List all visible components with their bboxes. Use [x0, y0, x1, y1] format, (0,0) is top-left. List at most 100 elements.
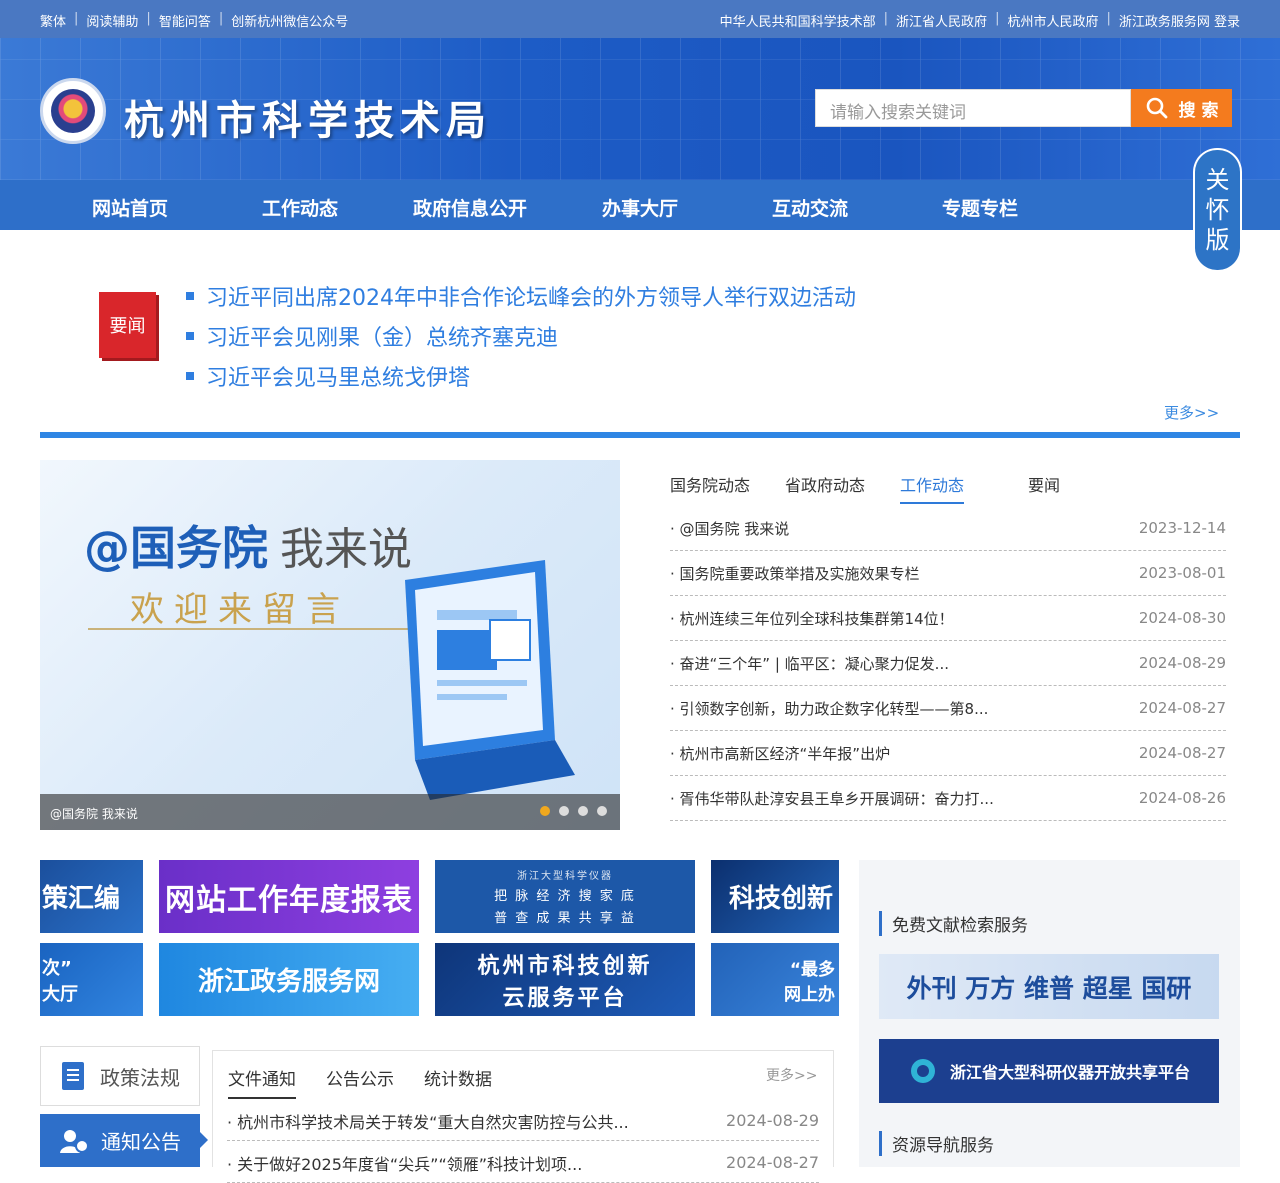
divider: | — [74, 11, 79, 26]
news-date: 2023-12-14 — [1138, 519, 1226, 537]
banner-caption: @国务院 我来说 — [40, 794, 620, 830]
literature-databases-banner[interactable]: 外刊 万方 维普 超星 国研 — [879, 954, 1219, 1019]
tab-file-notice[interactable]: 文件通知 — [228, 1065, 296, 1099]
care-mode-char: 怀 — [1205, 196, 1230, 224]
news-row[interactable]: · 杭州市高新区经济“半年报”出炉 2024-08-27 — [670, 731, 1226, 776]
instrument-platform-logo-icon — [910, 1059, 935, 1083]
headline-item[interactable]: 习近平会见刚果（金）总统齐塞克迪 — [186, 320, 558, 352]
news-date: 2024-08-27 — [1138, 744, 1226, 762]
news-title: · 杭州市高新区经济“半年报”出炉 — [670, 744, 891, 763]
policy-regulations-label: 政策法规 — [100, 1065, 180, 1090]
search-button[interactable]: 搜 索 — [1131, 89, 1232, 127]
news-tabs: 国务院动态 省政府动态 工作动态 要闻 — [670, 472, 1226, 504]
search-input[interactable]: 请输入搜索关键词 — [815, 89, 1131, 127]
nav-special-topics[interactable]: 专题专栏 — [942, 194, 1018, 221]
notice-more-link[interactable]: 更多>> — [766, 1065, 817, 1085]
tab-statistics[interactable]: 统计数据 — [424, 1065, 492, 1090]
zj-gov-link[interactable]: 浙江省人民政府 — [896, 11, 987, 30]
policy-regulations-button[interactable]: 政策法规 — [40, 1046, 200, 1106]
zj-service-net-tile[interactable]: 浙江政务服务网 — [159, 943, 419, 1016]
nav-gov-info[interactable]: 政府信息公开 — [413, 194, 527, 221]
news-row[interactable]: · 杭州连续三年位列全球科技集群第14位！ 2024-08-30 — [670, 596, 1226, 641]
utility-links-left: 繁体 | 阅读辅助 | 智能问答 | 创新杭州微信公众号 — [40, 11, 348, 30]
nav-work-news[interactable]: 工作动态 — [262, 194, 338, 221]
tab-state-council[interactable]: 国务院动态 — [670, 472, 750, 496]
care-mode-char: 版 — [1205, 226, 1230, 254]
news-title: · 奋进“三个年” | 临平区：凝心聚力促发... — [670, 654, 949, 673]
resource-nav-title: 资源导航服务 — [879, 1131, 994, 1156]
divider: | — [1106, 11, 1111, 26]
banner-welcome: 欢迎来留言 — [130, 590, 350, 630]
divider: | — [995, 11, 1000, 26]
service-hall-tile[interactable]: 次” 大厅 — [40, 943, 143, 1016]
divider: | — [218, 11, 224, 26]
news-row[interactable]: · 国务院重要政策举措及实施效果专栏 2023-08-01 — [670, 551, 1226, 596]
news-date: 2024-08-27 — [1138, 699, 1226, 717]
news-row[interactable]: · 奋进“三个年” | 临平区：凝心聚力促发... 2024-08-29 — [670, 641, 1226, 686]
tab-provincial[interactable]: 省政府动态 — [785, 472, 865, 496]
user-notice-icon — [60, 1129, 89, 1153]
tech-innovation-tile[interactable]: 科技创新 — [711, 860, 839, 933]
headline-item[interactable]: 习近平同出席2024年中非合作论坛峰会的外方领导人举行双边活动 — [186, 280, 856, 312]
tab-work-news[interactable]: 工作动态 — [900, 472, 965, 504]
important-more-link[interactable]: 更多>> — [1164, 402, 1219, 423]
news-date: 2023-08-01 — [1138, 564, 1226, 582]
carousel-dot[interactable] — [540, 806, 550, 816]
news-row[interactable]: · 胥伟华带队赴淳安县王阜乡开展调研：奋力打... 2024-08-26 — [670, 776, 1226, 821]
headline-text: 习近平同出席2024年中非合作论坛峰会的外方领导人举行双边活动 — [206, 286, 856, 311]
news-title: · 胥伟华带队赴淳安县王阜乡开展调研：奋力打... — [670, 789, 994, 808]
tab-announcement[interactable]: 公告公示 — [326, 1065, 394, 1090]
notice-title: · 关于做好2025年度省“尖兵”“领雁”科技计划项... — [227, 1154, 583, 1174]
notice-row[interactable]: · 关于做好2025年度省“尖兵”“领雁”科技计划项... 2024-08-27 — [227, 1143, 819, 1183]
search-button-label: 搜 索 — [1178, 100, 1219, 121]
main-nav: 网站首页 工作动态 政府信息公开 办事大厅 互动交流 专题专栏 — [0, 180, 1280, 230]
bureau-logo-icon[interactable] — [40, 78, 106, 144]
instrument-sharing-banner[interactable]: 浙江省大型科研仪器开放共享平台 — [879, 1039, 1219, 1103]
section-divider — [40, 432, 1240, 438]
divider: | — [146, 11, 151, 26]
search-icon — [1146, 97, 1167, 119]
banner-carousel[interactable]: @国务院 我来说 欢迎来留言 @国务院 我来说 — [40, 460, 620, 830]
cloud-platform-tile[interactable]: 杭州市科技创新 云服务平台 — [435, 943, 695, 1016]
important-news-badge: 要闻 — [99, 292, 156, 358]
traditional-chinese-link[interactable]: 繁体 — [40, 11, 66, 30]
most-link[interactable]: 中华人民共和国科学技术部 — [720, 11, 876, 30]
news-title: · @国务院 我来说 — [670, 519, 790, 538]
carousel-dot[interactable] — [559, 806, 569, 816]
news-row[interactable]: · @国务院 我来说 2023-12-14 — [670, 506, 1226, 551]
news-title: · 引领数字创新，助力政企数字化转型——第8... — [670, 699, 989, 718]
literature-service-title: 免费文献检索服务 — [879, 911, 1028, 936]
hz-gov-link[interactable]: 杭州市人民政府 — [1007, 11, 1098, 30]
bullet-icon — [186, 332, 194, 340]
smart-qa-link[interactable]: 智能问答 — [159, 11, 211, 30]
policy-compilation-tile[interactable]: 策汇编 — [40, 860, 143, 933]
utility-links-right: 中华人民共和国科学技术部 | 浙江省人民政府 | 杭州市人民政府 | 浙江政务服务网 … — [720, 11, 1240, 30]
notice-date: 2024-08-27 — [726, 1153, 819, 1172]
notices-button[interactable]: 通知公告 — [40, 1114, 208, 1167]
tab-important[interactable]: 要闻 — [1028, 472, 1060, 496]
wechat-account-link[interactable]: 创新杭州微信公众号 — [231, 11, 348, 30]
laptop-illustration-icon — [405, 560, 575, 800]
news-date: 2024-08-30 — [1138, 609, 1226, 627]
news-row[interactable]: · 引领数字创新，助力政企数字化转型——第8... 2024-08-27 — [670, 686, 1226, 731]
nav-interaction[interactable]: 互动交流 — [772, 194, 848, 221]
carousel-dots — [540, 806, 607, 816]
annual-report-tile[interactable]: 网站工作年度报表 — [159, 860, 419, 933]
economic-census-tile[interactable]: 浙江大型科学仪器 把 脉 经 济 搜 家 底 普 查 成 果 共 享 益 — [435, 860, 695, 933]
care-mode-button[interactable]: 关 怀 版 — [1195, 150, 1240, 270]
document-icon — [62, 1062, 84, 1090]
reading-assist-link[interactable]: 阅读辅助 — [86, 11, 138, 30]
top-utility-bar: 繁体 | 阅读辅助 | 智能问答 | 创新杭州微信公众号 中华人民共和国科学技术部 | … — [0, 0, 1280, 38]
carousel-dot[interactable] — [578, 806, 588, 816]
divider: | — [883, 11, 889, 26]
nav-service-hall[interactable]: 办事大厅 — [602, 194, 678, 221]
headline-item[interactable]: 习近平会见马里总统戈伊塔 — [186, 360, 470, 392]
login-link[interactable]: 浙江政务服务网 登录 — [1119, 11, 1240, 30]
headline-text: 习近平会见刚果（金）总统齐塞克迪 — [206, 326, 559, 351]
site-title: 杭州市科学技术局 — [124, 98, 492, 144]
nav-home[interactable]: 网站首页 — [92, 194, 168, 221]
notice-row[interactable]: · 杭州市科学技术局关于转发“重大自然灾害防控与公共... 2024-08-29 — [227, 1101, 819, 1141]
bullet-icon — [186, 292, 194, 300]
carousel-dot[interactable] — [597, 806, 607, 816]
online-service-tile[interactable]: “最多 网上办 — [711, 943, 839, 1016]
